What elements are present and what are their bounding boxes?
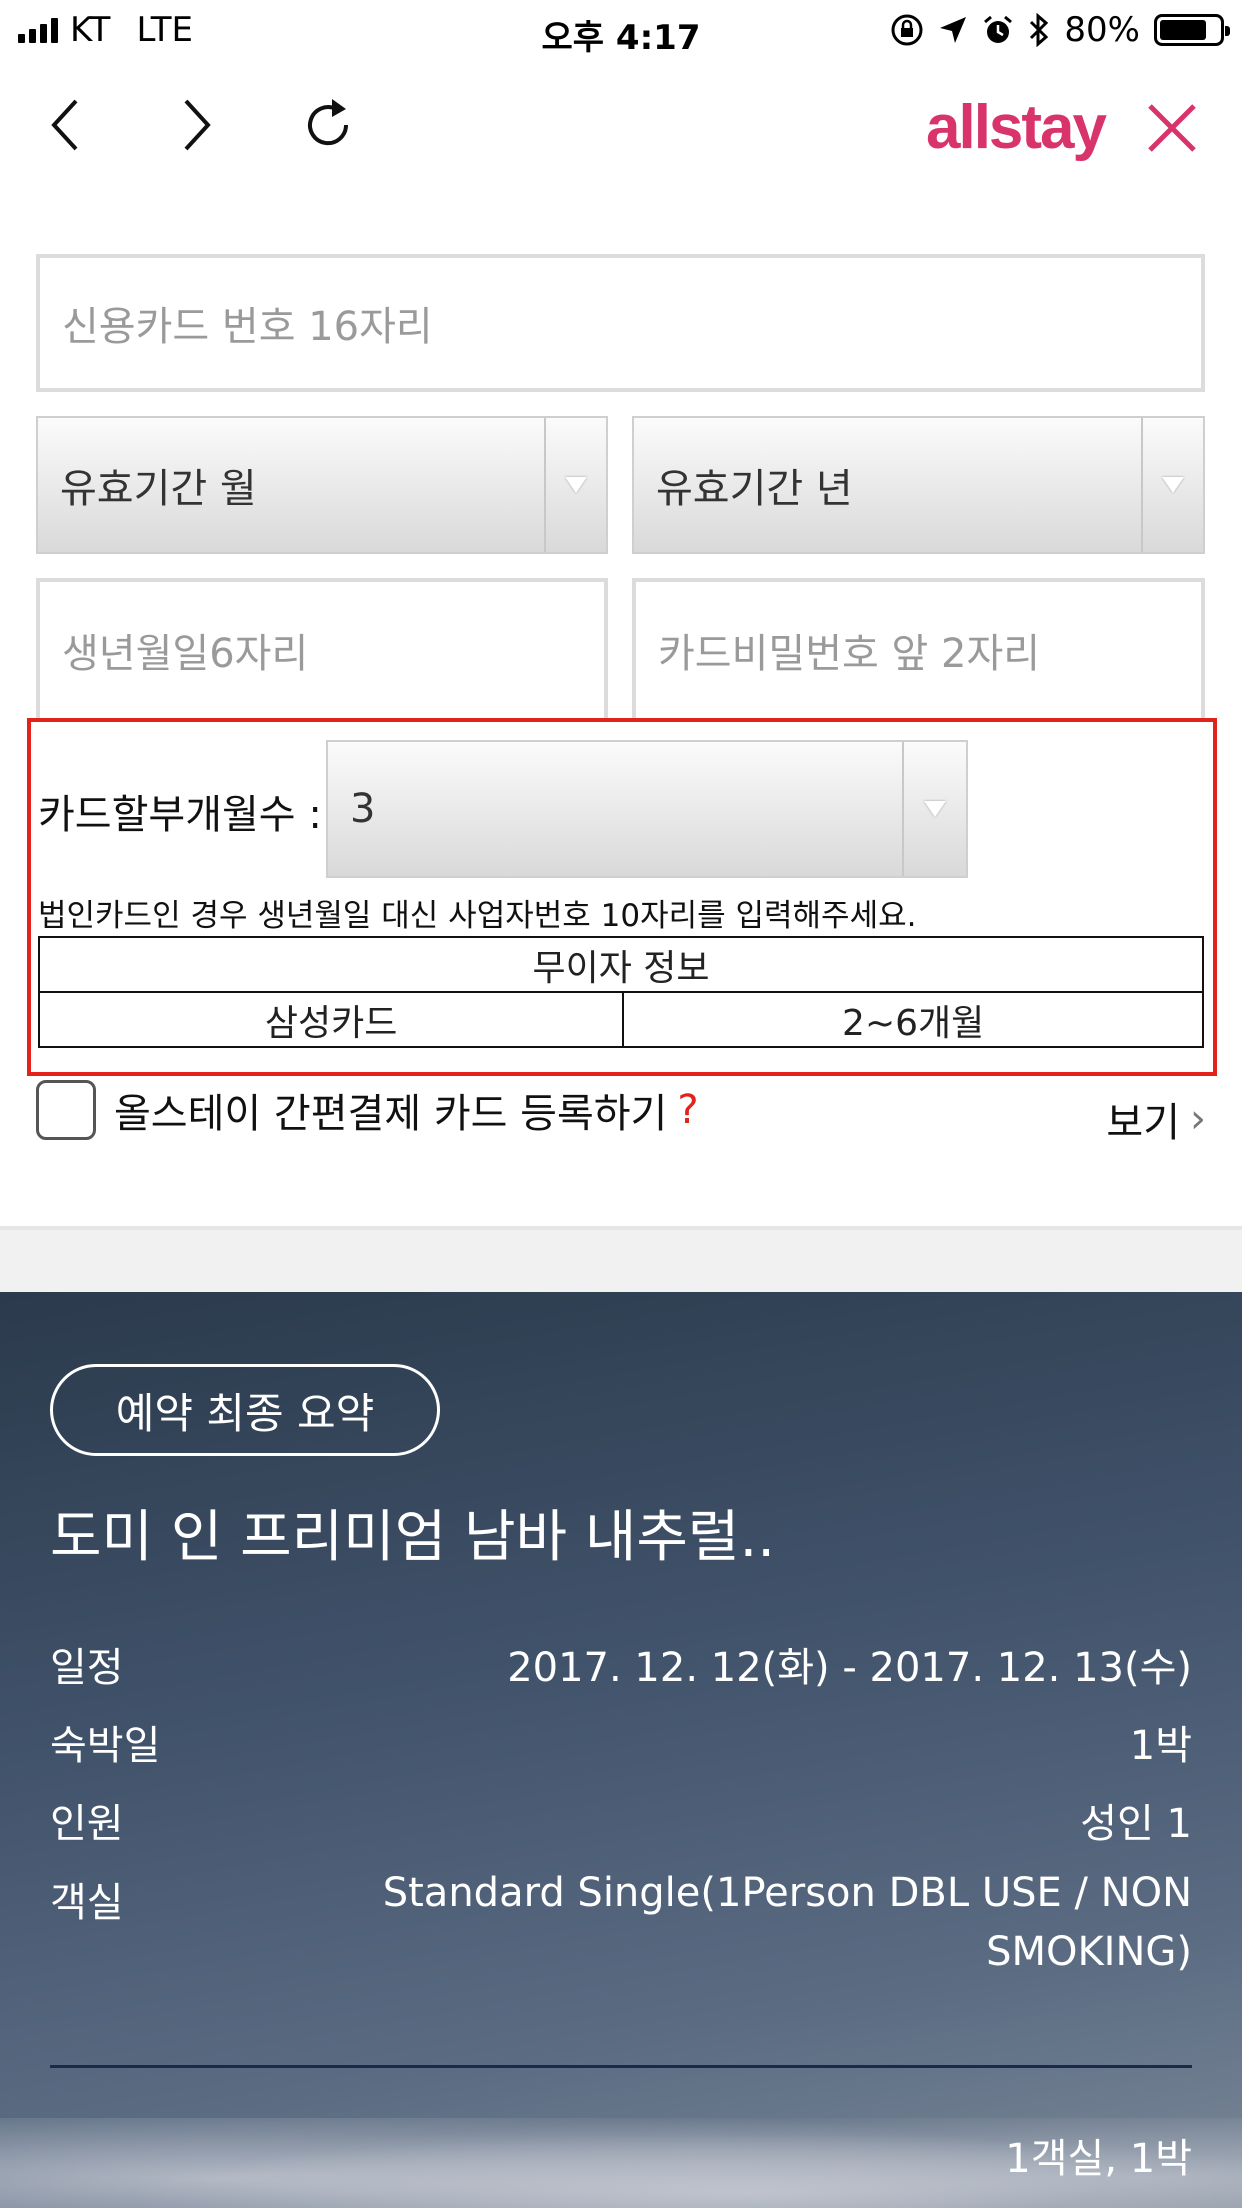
view-label: 보기 xyxy=(1106,1100,1180,1146)
chevron-down-icon xyxy=(1162,477,1184,493)
interest-free-table: 무이자 정보 삼성카드 2~6개월 xyxy=(37,936,1204,1048)
installment-label: 카드할부개월수 : xyxy=(38,792,322,838)
nights-label: 숙박일 xyxy=(50,1723,161,1769)
summary-badge: 예약 최종 요약 xyxy=(50,1364,440,1456)
table-header-row: 무이자 정보 xyxy=(38,936,1204,993)
battery-percent: 80% xyxy=(1064,10,1140,50)
register-card-row: 올스테이 간편결제 카드 등록하기 ? xyxy=(36,1080,699,1140)
battery-icon xyxy=(1154,14,1230,46)
register-card-checkbox[interactable] xyxy=(36,1080,96,1140)
reload-button[interactable] xyxy=(290,90,370,160)
chevron-right-icon: › xyxy=(1190,1096,1206,1142)
reload-icon xyxy=(308,99,349,146)
section-divider xyxy=(0,1226,1242,1292)
card-password-input[interactable]: 카드비밀번호 앞 2자리 xyxy=(632,578,1205,718)
help-icon[interactable]: ? xyxy=(677,1087,698,1133)
back-button[interactable] xyxy=(26,90,106,160)
expiry-month-dropdown xyxy=(544,418,606,552)
card-company-cell: 삼성카드 xyxy=(37,991,625,1048)
chevron-left-icon xyxy=(51,99,78,151)
register-card-label: 올스테이 간편결제 카드 등록하기 xyxy=(114,1091,668,1137)
table-row: 삼성카드 2~6개월 xyxy=(37,991,1204,1048)
alarm-icon xyxy=(984,15,1013,43)
room-value-line2: SMOKING) xyxy=(986,1929,1192,1975)
installment-select[interactable]: 3 xyxy=(326,740,968,878)
view-link[interactable]: 보기 › xyxy=(1106,1090,1206,1148)
expiry-month-value: 유효기간 월 xyxy=(60,466,257,512)
status-bar: KT LTE 오후 4:17 80% xyxy=(0,0,1242,62)
rotation-lock-icon xyxy=(891,14,923,46)
expiry-month-select[interactable]: 유효기간 월 xyxy=(36,416,608,554)
expiry-year-dropdown xyxy=(1141,418,1203,552)
reservation-summary: 예약 최종 요약 도미 인 프리미엄 남바 내추럴.. 일정 2017. 12.… xyxy=(0,1292,1242,2208)
nights-value: 1박 xyxy=(1129,1723,1192,1769)
chevron-down-icon xyxy=(924,801,946,817)
expiry-year-value: 유효기간 년 xyxy=(656,466,853,512)
table-header: 무이자 정보 xyxy=(38,936,1204,993)
installment-dropdown xyxy=(902,742,966,876)
summary-divider xyxy=(50,2065,1192,2068)
guests-label: 인원 xyxy=(50,1801,124,1847)
total-room-nights: 1객실, 1박 xyxy=(1005,2136,1192,2182)
location-icon xyxy=(940,17,967,43)
card-number-placeholder: 신용카드 번호 16자리 xyxy=(62,304,433,350)
corporate-card-note: 법인카드인 경우 생년월일 대신 사업자번호 10자리를 입력해주세요. xyxy=(38,898,917,934)
browser-nav-bar: allstay xyxy=(0,62,1242,192)
guests-value: 성인 1 xyxy=(1080,1801,1192,1847)
bluetooth-icon xyxy=(1030,13,1049,47)
status-right: 80% xyxy=(890,10,1230,50)
room-value-line1: Standard Single(1Person DBL USE / NON xyxy=(382,1870,1192,1916)
card-password-placeholder: 카드비밀번호 앞 2자리 xyxy=(658,631,1041,677)
schedule-label: 일정 xyxy=(50,1645,124,1691)
hotel-name: 도미 인 프리미엄 남바 내추럴.. xyxy=(50,1505,776,1570)
expiry-year-select[interactable]: 유효기간 년 xyxy=(632,416,1205,554)
schedule-value: 2017. 12. 12(화) - 2017. 12. 13(수) xyxy=(507,1645,1192,1691)
chevron-right-icon xyxy=(184,99,211,151)
room-label: 객실 xyxy=(50,1880,124,1926)
interest-free-months-cell: 2~6개월 xyxy=(622,991,1204,1048)
birthdate-input[interactable]: 생년월일6자리 xyxy=(36,578,608,718)
installment-value: 3 xyxy=(350,786,376,832)
chevron-down-icon xyxy=(565,477,587,493)
card-number-input[interactable]: 신용카드 번호 16자리 xyxy=(36,254,1205,392)
allstay-logo: allstay xyxy=(926,93,1107,162)
close-button[interactable] xyxy=(1142,98,1212,168)
close-icon xyxy=(1148,104,1196,152)
birthdate-placeholder: 생년월일6자리 xyxy=(62,631,309,677)
forward-button[interactable] xyxy=(156,90,236,160)
battery-fill xyxy=(1160,20,1207,40)
